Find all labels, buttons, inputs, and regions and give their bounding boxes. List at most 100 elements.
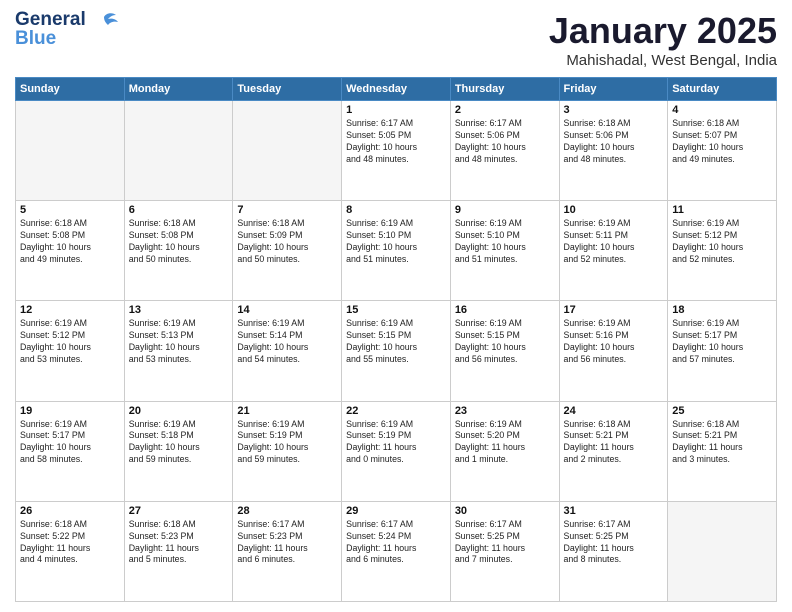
calendar-cell bbox=[16, 101, 125, 201]
day-number: 12 bbox=[20, 304, 120, 316]
calendar-cell: 25 Sunrise: 6:18 AM Sunset: 5:21 PM Dayli… bbox=[668, 401, 777, 501]
calendar-cell bbox=[124, 101, 233, 201]
day-info: Sunrise: 6:18 AM Sunset: 5:08 PM Dayligh… bbox=[20, 218, 120, 266]
day-info: Sunrise: 6:19 AM Sunset: 5:18 PM Dayligh… bbox=[129, 419, 229, 467]
main-title: January 2025 bbox=[549, 10, 777, 52]
subtitle: Mahishadal, West Bengal, India bbox=[549, 52, 777, 69]
day-number: 3 bbox=[564, 104, 664, 116]
day-info: Sunrise: 6:18 AM Sunset: 5:22 PM Dayligh… bbox=[20, 519, 120, 567]
day-info: Sunrise: 6:17 AM Sunset: 5:06 PM Dayligh… bbox=[455, 118, 555, 166]
day-info: Sunrise: 6:19 AM Sunset: 5:16 PM Dayligh… bbox=[564, 318, 664, 366]
calendar-cell: 22 Sunrise: 6:19 AM Sunset: 5:19 PM Dayli… bbox=[342, 401, 451, 501]
weekday-thursday: Thursday bbox=[450, 78, 559, 101]
header: General Blue January 2025 Mahishadal, We… bbox=[15, 10, 777, 69]
calendar-week-0: 1 Sunrise: 6:17 AM Sunset: 5:05 PM Daylig… bbox=[16, 101, 777, 201]
day-number: 4 bbox=[672, 104, 772, 116]
calendar-table: SundayMondayTuesdayWednesdayThursdayFrid… bbox=[15, 77, 777, 602]
day-info: Sunrise: 6:19 AM Sunset: 5:10 PM Dayligh… bbox=[455, 218, 555, 266]
calendar-cell: 24 Sunrise: 6:18 AM Sunset: 5:21 PM Dayli… bbox=[559, 401, 668, 501]
day-info: Sunrise: 6:17 AM Sunset: 5:25 PM Dayligh… bbox=[455, 519, 555, 567]
day-number: 7 bbox=[237, 204, 337, 216]
logo-general: General bbox=[15, 10, 86, 29]
day-number: 18 bbox=[672, 304, 772, 316]
weekday-friday: Friday bbox=[559, 78, 668, 101]
day-number: 19 bbox=[20, 405, 120, 417]
calendar-cell: 1 Sunrise: 6:17 AM Sunset: 5:05 PM Daylig… bbox=[342, 101, 451, 201]
day-number: 24 bbox=[564, 405, 664, 417]
day-number: 21 bbox=[237, 405, 337, 417]
day-number: 13 bbox=[129, 304, 229, 316]
logo-blue: Blue bbox=[15, 29, 86, 48]
day-number: 2 bbox=[455, 104, 555, 116]
day-info: Sunrise: 6:18 AM Sunset: 5:07 PM Dayligh… bbox=[672, 118, 772, 166]
calendar-cell: 6 Sunrise: 6:18 AM Sunset: 5:08 PM Daylig… bbox=[124, 201, 233, 301]
logo-bird-icon bbox=[90, 9, 118, 42]
calendar-cell: 23 Sunrise: 6:19 AM Sunset: 5:20 PM Dayli… bbox=[450, 401, 559, 501]
calendar-week-3: 19 Sunrise: 6:19 AM Sunset: 5:17 PM Dayli… bbox=[16, 401, 777, 501]
day-number: 15 bbox=[346, 304, 446, 316]
day-number: 1 bbox=[346, 104, 446, 116]
calendar-week-2: 12 Sunrise: 6:19 AM Sunset: 5:12 PM Dayli… bbox=[16, 301, 777, 401]
day-number: 22 bbox=[346, 405, 446, 417]
page: General Blue January 2025 Mahishadal, We… bbox=[0, 0, 792, 612]
weekday-wednesday: Wednesday bbox=[342, 78, 451, 101]
calendar-cell: 13Sunrise: 6:19 AM Sunset: 5:13 PM Dayli… bbox=[124, 301, 233, 401]
day-info: Sunrise: 6:19 AM Sunset: 5:20 PM Dayligh… bbox=[455, 419, 555, 467]
calendar-week-1: 5 Sunrise: 6:18 AM Sunset: 5:08 PM Daylig… bbox=[16, 201, 777, 301]
day-info: Sunrise: 6:18 AM Sunset: 5:21 PM Dayligh… bbox=[672, 419, 772, 467]
calendar-cell bbox=[668, 501, 777, 601]
logo: General Blue bbox=[15, 10, 118, 48]
calendar-cell: 14Sunrise: 6:19 AM Sunset: 5:14 PM Dayli… bbox=[233, 301, 342, 401]
day-number: 31 bbox=[564, 505, 664, 517]
day-number: 11 bbox=[672, 204, 772, 216]
calendar-cell: 8Sunrise: 6:19 AM Sunset: 5:10 PM Daylig… bbox=[342, 201, 451, 301]
day-info: Sunrise: 6:19 AM Sunset: 5:11 PM Dayligh… bbox=[564, 218, 664, 266]
calendar-cell: 16 Sunrise: 6:19 AM Sunset: 5:15 PM Dayli… bbox=[450, 301, 559, 401]
calendar-cell: 26 Sunrise: 6:18 AM Sunset: 5:22 PM Dayli… bbox=[16, 501, 125, 601]
day-info: Sunrise: 6:18 AM Sunset: 5:08 PM Dayligh… bbox=[129, 218, 229, 266]
calendar-week-4: 26 Sunrise: 6:18 AM Sunset: 5:22 PM Dayli… bbox=[16, 501, 777, 601]
calendar-cell bbox=[233, 101, 342, 201]
calendar-cell: 31Sunrise: 6:17 AM Sunset: 5:25 PM Dayli… bbox=[559, 501, 668, 601]
day-number: 28 bbox=[237, 505, 337, 517]
calendar-cell: 3 Sunrise: 6:18 AM Sunset: 5:06 PM Daylig… bbox=[559, 101, 668, 201]
calendar-cell: 27 Sunrise: 6:18 AM Sunset: 5:23 PM Dayli… bbox=[124, 501, 233, 601]
day-info: Sunrise: 6:18 AM Sunset: 5:23 PM Dayligh… bbox=[129, 519, 229, 567]
day-number: 16 bbox=[455, 304, 555, 316]
calendar-cell: 4 Sunrise: 6:18 AM Sunset: 5:07 PM Daylig… bbox=[668, 101, 777, 201]
day-info: Sunrise: 6:19 AM Sunset: 5:15 PM Dayligh… bbox=[346, 318, 446, 366]
day-info: Sunrise: 6:17 AM Sunset: 5:05 PM Dayligh… bbox=[346, 118, 446, 166]
weekday-sunday: Sunday bbox=[16, 78, 125, 101]
calendar-cell: 15 Sunrise: 6:19 AM Sunset: 5:15 PM Dayli… bbox=[342, 301, 451, 401]
day-info: Sunrise: 6:19 AM Sunset: 5:19 PM Dayligh… bbox=[346, 419, 446, 467]
day-info: Sunrise: 6:19 AM Sunset: 5:19 PM Dayligh… bbox=[237, 419, 337, 467]
day-number: 6 bbox=[129, 204, 229, 216]
day-number: 26 bbox=[20, 505, 120, 517]
day-info: Sunrise: 6:19 AM Sunset: 5:15 PM Dayligh… bbox=[455, 318, 555, 366]
day-info: Sunrise: 6:18 AM Sunset: 5:06 PM Dayligh… bbox=[564, 118, 664, 166]
day-number: 5 bbox=[20, 204, 120, 216]
calendar-cell: 17Sunrise: 6:19 AM Sunset: 5:16 PM Dayli… bbox=[559, 301, 668, 401]
title-area: January 2025 Mahishadal, West Bengal, In… bbox=[549, 10, 777, 69]
day-number: 30 bbox=[455, 505, 555, 517]
weekday-header-row: SundayMondayTuesdayWednesdayThursdayFrid… bbox=[16, 78, 777, 101]
day-info: Sunrise: 6:17 AM Sunset: 5:23 PM Dayligh… bbox=[237, 519, 337, 567]
calendar-cell: 21 Sunrise: 6:19 AM Sunset: 5:19 PM Dayli… bbox=[233, 401, 342, 501]
weekday-saturday: Saturday bbox=[668, 78, 777, 101]
day-info: Sunrise: 6:19 AM Sunset: 5:12 PM Dayligh… bbox=[672, 218, 772, 266]
day-number: 23 bbox=[455, 405, 555, 417]
calendar-cell: 2 Sunrise: 6:17 AM Sunset: 5:06 PM Daylig… bbox=[450, 101, 559, 201]
day-info: Sunrise: 6:18 AM Sunset: 5:21 PM Dayligh… bbox=[564, 419, 664, 467]
calendar-cell: 11 Sunrise: 6:19 AM Sunset: 5:12 PM Dayli… bbox=[668, 201, 777, 301]
day-info: Sunrise: 6:19 AM Sunset: 5:17 PM Dayligh… bbox=[20, 419, 120, 467]
day-number: 10 bbox=[564, 204, 664, 216]
calendar-cell: 9Sunrise: 6:19 AM Sunset: 5:10 PM Daylig… bbox=[450, 201, 559, 301]
day-number: 20 bbox=[129, 405, 229, 417]
calendar-cell: 19 Sunrise: 6:19 AM Sunset: 5:17 PM Dayli… bbox=[16, 401, 125, 501]
day-info: Sunrise: 6:19 AM Sunset: 5:12 PM Dayligh… bbox=[20, 318, 120, 366]
day-number: 29 bbox=[346, 505, 446, 517]
day-number: 27 bbox=[129, 505, 229, 517]
day-number: 25 bbox=[672, 405, 772, 417]
calendar-cell: 10 Sunrise: 6:19 AM Sunset: 5:11 PM Dayli… bbox=[559, 201, 668, 301]
calendar-cell: 7Sunrise: 6:18 AM Sunset: 5:09 PM Daylig… bbox=[233, 201, 342, 301]
